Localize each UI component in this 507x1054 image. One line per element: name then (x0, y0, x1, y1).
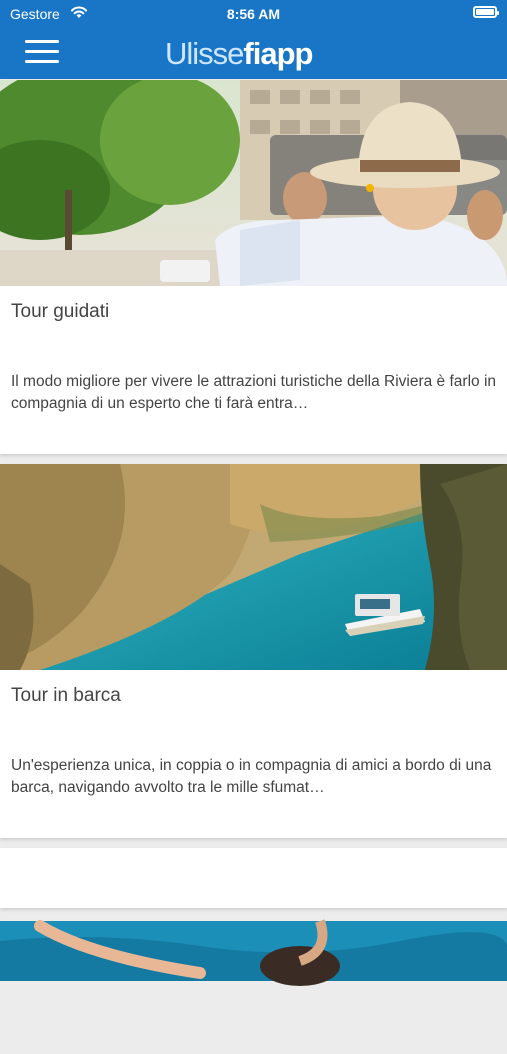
status-time: 8:56 AM (226, 6, 281, 22)
card-title: Tour in barca (11, 685, 121, 706)
card-title: Tour guidati (11, 301, 110, 322)
status-bar: Gestore 8:56 AM (0, 0, 507, 28)
card-description: Un'esperienza unica, in coppia o in comp… (11, 757, 492, 796)
card-image-boat-tour (0, 464, 507, 670)
card-description: Il modo migliore per vivere le attrazion… (11, 373, 496, 412)
battery-icon (473, 6, 499, 18)
hamburger-menu-icon[interactable] (25, 38, 59, 66)
app-header: Gestore 8:56 AM Ulissefiapp (0, 0, 507, 79)
card-tour-in-barca[interactable]: Tour in barca Un'esperienza unica, in co… (0, 464, 507, 838)
app-logo: Ulissefiapp (165, 36, 313, 71)
card-partial[interactable] (0, 848, 507, 986)
card-image-guided-tour (0, 80, 507, 286)
card-tour-guidati[interactable]: Tour guidati Il modo migliore per vivere… (0, 80, 507, 454)
card-image-swimmer (0, 919, 507, 986)
